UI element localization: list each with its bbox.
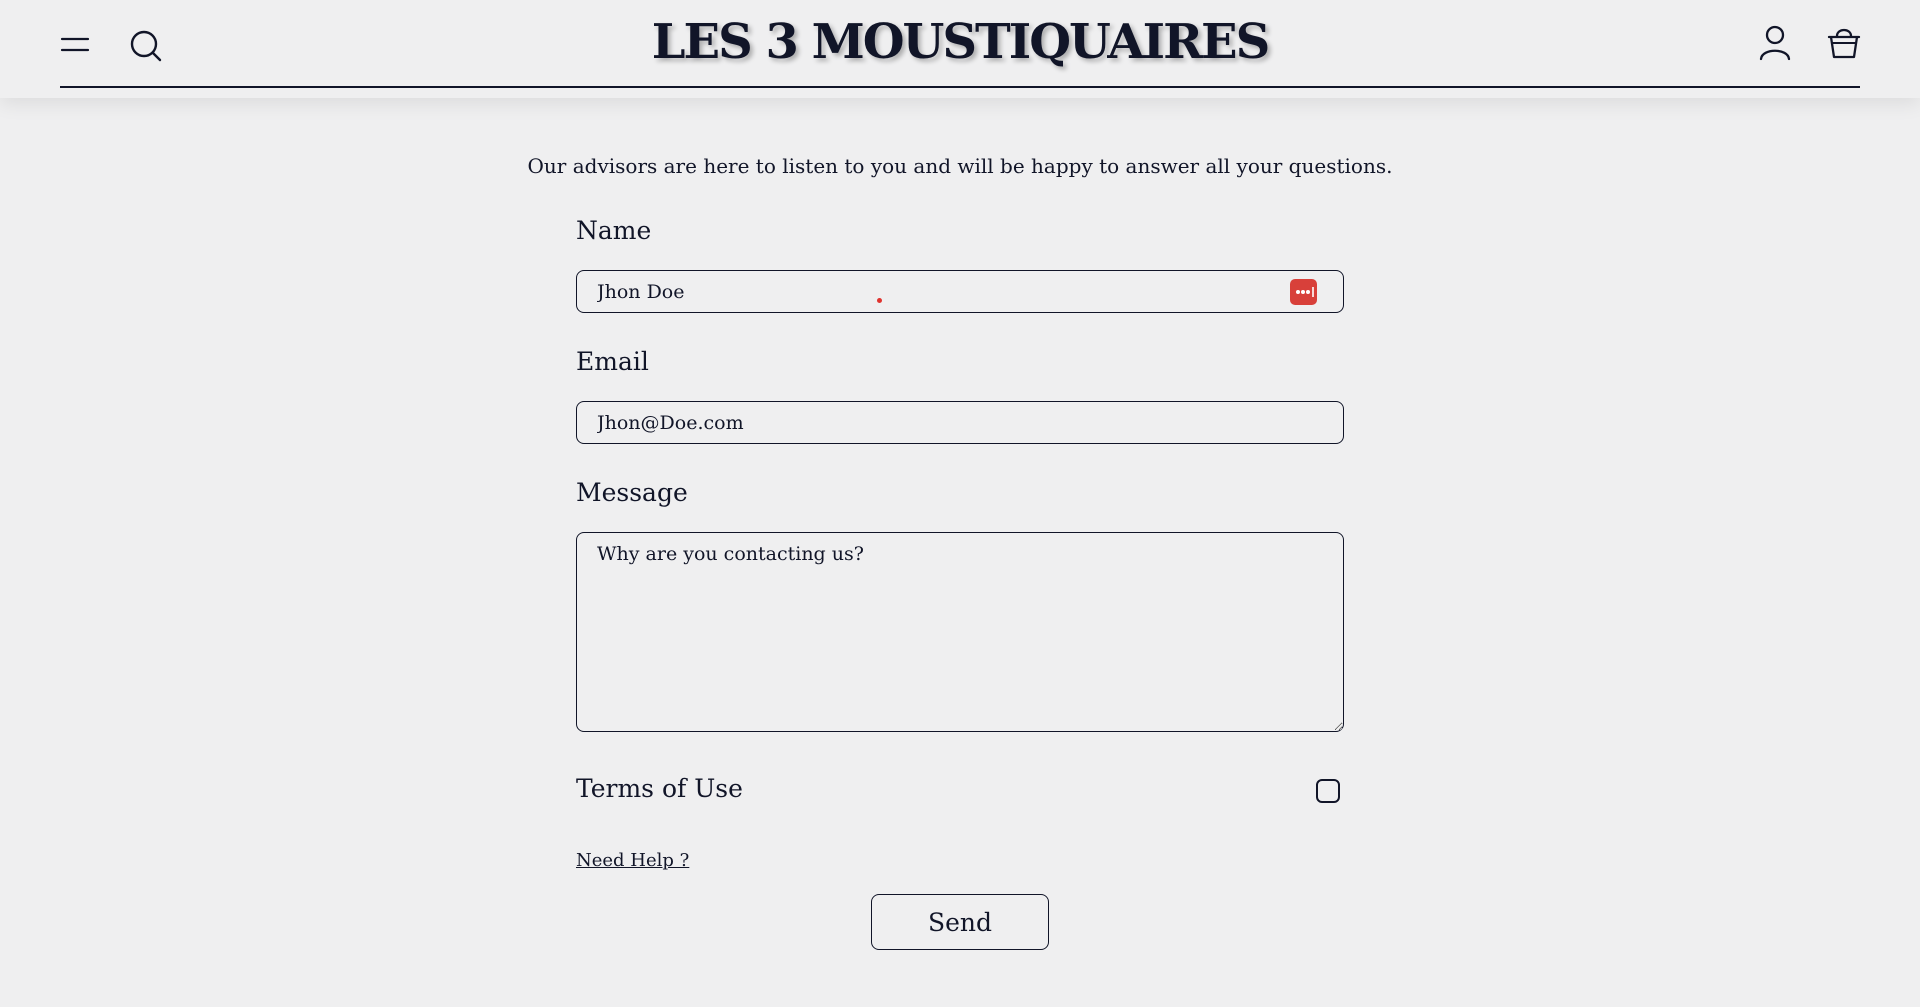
- password-manager-icon[interactable]: [1290, 279, 1317, 305]
- search-icon[interactable]: [126, 26, 166, 66]
- message-label: Message: [576, 478, 688, 507]
- site-logo[interactable]: LES 3 MOUSTIQUAIRES: [652, 14, 1270, 70]
- name-input[interactable]: [576, 270, 1344, 313]
- intro-text: Our advisors are here to listen to you a…: [527, 154, 1393, 178]
- terms-checkbox[interactable]: [1316, 779, 1340, 803]
- site-header: LES 3 MOUSTIQUAIRES: [0, 0, 1920, 98]
- send-button[interactable]: Send: [871, 894, 1049, 950]
- header-divider: [60, 86, 1860, 88]
- basket-icon[interactable]: [1826, 24, 1862, 62]
- name-label: Name: [576, 216, 652, 245]
- site-logo-container: LES 3 MOUSTIQUAIRES: [0, 14, 1920, 70]
- message-textarea[interactable]: [576, 532, 1344, 732]
- email-label: Email: [576, 347, 649, 376]
- email-input[interactable]: [576, 401, 1344, 444]
- user-icon[interactable]: [1758, 24, 1792, 62]
- cursor-dot: [877, 298, 882, 303]
- need-help-link[interactable]: Need Help ?: [576, 850, 689, 871]
- menu-icon[interactable]: [58, 26, 94, 62]
- terms-label: Terms of Use: [576, 774, 743, 803]
